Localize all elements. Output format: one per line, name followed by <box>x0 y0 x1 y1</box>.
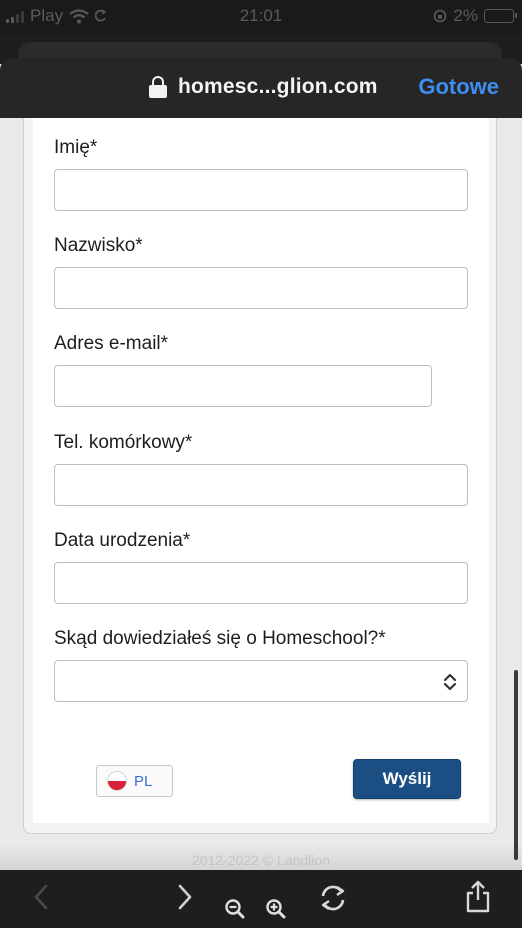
language-label: PL <box>134 772 153 790</box>
reload-icon[interactable] <box>317 883 349 913</box>
source-select[interactable] <box>54 660 468 702</box>
mobile-phone-input[interactable] <box>54 464 468 506</box>
registration-form: Imię* Nazwisko* Adres e-mail* Tel. komór… <box>33 118 489 823</box>
first-name-input[interactable] <box>54 169 468 211</box>
submit-button[interactable]: Wyślij <box>353 759 461 799</box>
first-name-label: Imię* <box>54 137 98 158</box>
zoom-in-icon[interactable] <box>265 898 287 920</box>
url-display[interactable]: homesc...glion.com <box>148 75 378 99</box>
rotation-lock-icon <box>434 9 447 23</box>
form-card: Imię* Nazwisko* Adres e-mail* Tel. komór… <box>23 118 497 834</box>
battery-percent: 2% <box>453 6 478 25</box>
scroll-indicator[interactable] <box>514 670 518 860</box>
share-icon[interactable] <box>465 880 491 914</box>
email-label: Adres e-mail* <box>54 333 169 354</box>
language-button[interactable]: PL <box>96 765 173 797</box>
birth-date-input[interactable] <box>54 562 468 604</box>
back-icon[interactable] <box>33 884 49 910</box>
email-input[interactable] <box>54 365 432 407</box>
url-text: homesc...glion.com <box>178 75 378 98</box>
flag-icon <box>107 771 127 791</box>
browser-toolbar <box>0 870 522 928</box>
web-page: Imię* Nazwisko* Adres e-mail* Tel. komór… <box>0 118 522 870</box>
status-right: 2% <box>433 6 517 26</box>
copyright-text: 2012-2022 © Landlion <box>192 852 330 868</box>
page-footer: 2012-2022 © Landlion <box>0 840 522 870</box>
mobile-phone-label: Tel. komórkowy* <box>54 432 193 453</box>
source-select-label: Skąd dowiedziałeś się o Homeschool?* <box>54 628 386 649</box>
birth-date-label: Data urodzenia* <box>54 530 191 551</box>
lock-icon <box>148 76 168 98</box>
forward-icon[interactable] <box>177 884 193 910</box>
browser-header: homesc...glion.com Gotowe <box>0 58 522 118</box>
done-button[interactable]: Gotowe <box>418 74 499 100</box>
zoom-out-icon[interactable] <box>224 898 246 920</box>
status-bar: Play 21:01 2% <box>0 0 522 34</box>
battery-icon <box>484 9 517 23</box>
last-name-input[interactable] <box>54 267 468 309</box>
last-name-label: Nazwisko* <box>54 235 143 256</box>
chevrons-icon <box>443 673 457 691</box>
